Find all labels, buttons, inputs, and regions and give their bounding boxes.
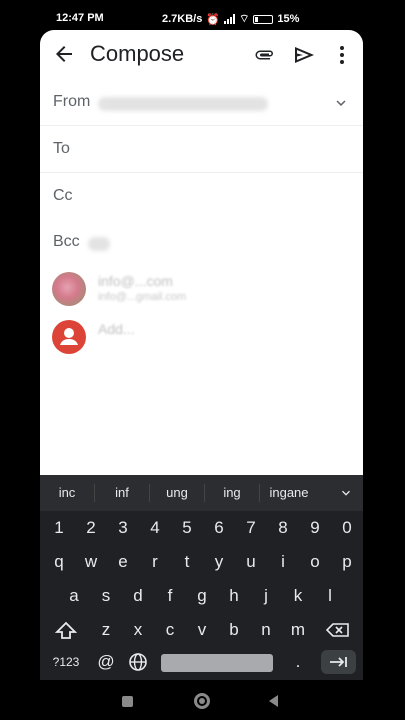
suggestion-chip[interactable]: ung <box>150 484 205 502</box>
from-address-redacted <box>98 97 268 111</box>
key[interactable]: 5 <box>173 513 201 543</box>
system-nav-bar <box>0 680 405 720</box>
key[interactable]: i <box>269 547 297 577</box>
letter-row-3: z x c v b n m <box>40 615 363 645</box>
key[interactable]: 9 <box>301 513 329 543</box>
keyboard-suggestion-bar: inc inf ung ing ingane <box>40 475 363 511</box>
key[interactable]: p <box>333 547 361 577</box>
key[interactable]: 3 <box>109 513 137 543</box>
number-row: 1 2 3 4 5 6 7 8 9 0 <box>40 513 363 543</box>
key[interactable]: e <box>109 547 137 577</box>
back-arrow-icon[interactable] <box>52 42 76 66</box>
contact-suggestion[interactable]: info@...com info@...gmail.com <box>40 265 363 311</box>
suggestion-chip[interactable]: inc <box>40 484 95 502</box>
bcc-field[interactable]: Bcc <box>40 220 363 266</box>
next-arrow-icon <box>330 657 347 667</box>
from-label: From <box>53 93 91 110</box>
home-icon[interactable] <box>194 693 210 709</box>
recents-icon[interactable] <box>122 696 133 707</box>
contact-name: Add... <box>98 321 135 337</box>
to-label: To <box>53 140 70 157</box>
alarm-icon: ⏰ <box>206 13 221 26</box>
signal-icon <box>224 14 236 24</box>
key[interactable]: y <box>205 547 233 577</box>
letter-row-1: q w e r t y u i o p <box>40 547 363 577</box>
key[interactable]: 4 <box>141 513 169 543</box>
key[interactable]: d <box>124 581 152 611</box>
key[interactable]: 1 <box>45 513 73 543</box>
contact-suggestion[interactable]: Add... <box>40 313 363 359</box>
cc-field[interactable]: Cc <box>40 174 363 220</box>
key[interactable]: 2 <box>77 513 105 543</box>
key[interactable]: o <box>301 547 329 577</box>
key[interactable]: x <box>124 615 152 645</box>
wifi-icon: ⌔ <box>239 13 250 25</box>
space-key[interactable] <box>161 654 273 672</box>
suggestion-chip[interactable]: ingane <box>260 484 318 502</box>
bcc-label: Bcc <box>53 233 80 250</box>
key[interactable]: z <box>92 615 120 645</box>
key[interactable]: q <box>45 547 73 577</box>
key[interactable]: v <box>188 615 216 645</box>
key[interactable]: 6 <box>205 513 233 543</box>
globe-icon[interactable] <box>124 647 152 677</box>
key[interactable]: b <box>220 615 248 645</box>
key[interactable]: n <box>252 615 280 645</box>
attach-icon[interactable] <box>253 43 277 67</box>
contact-avatar <box>52 272 86 306</box>
contact-email: info@...gmail.com <box>98 291 187 303</box>
battery-percent: 15% <box>277 13 300 25</box>
cc-label: Cc <box>53 187 73 204</box>
chevron-down-icon[interactable] <box>338 485 354 501</box>
symbols-key[interactable]: ?123 <box>46 647 86 677</box>
contact-name: info@...com <box>98 273 173 289</box>
soft-keyboard: inc inf ung ing ingane 1 2 3 4 5 6 7 8 9… <box>40 475 363 680</box>
key[interactable]: 0 <box>333 513 361 543</box>
network-speed: 2.7KB/s <box>162 13 203 25</box>
key[interactable]: k <box>284 581 312 611</box>
bcc-input-redacted <box>88 237 110 251</box>
key[interactable]: j <box>252 581 280 611</box>
enter-key[interactable] <box>321 650 356 674</box>
send-icon[interactable] <box>292 43 316 67</box>
key[interactable]: t <box>173 547 201 577</box>
person-icon <box>52 320 86 354</box>
at-key[interactable]: @ <box>92 647 120 677</box>
more-vert-icon[interactable] <box>330 43 354 67</box>
key[interactable]: u <box>237 547 265 577</box>
bottom-row: ?123 @ . <box>40 647 363 677</box>
key[interactable]: h <box>220 581 248 611</box>
backspace-icon[interactable] <box>324 615 352 645</box>
key[interactable]: r <box>141 547 169 577</box>
key[interactable]: a <box>60 581 88 611</box>
status-icons: 2.7KB/s ⏰ ⌔ 15% <box>162 12 299 26</box>
shift-icon[interactable] <box>52 615 80 645</box>
key[interactable]: w <box>77 547 105 577</box>
key[interactable]: s <box>92 581 120 611</box>
battery-icon <box>253 14 274 24</box>
page-title: Compose <box>90 41 185 66</box>
letter-row-2: a s d f g h j k l <box>40 581 363 611</box>
key[interactable]: g <box>188 581 216 611</box>
compose-screen: Compose From To Cc Bcc info@...com info@… <box>40 30 363 475</box>
from-field[interactable]: From <box>40 80 363 126</box>
key[interactable]: 8 <box>269 513 297 543</box>
key[interactable]: c <box>156 615 184 645</box>
key[interactable]: m <box>284 615 312 645</box>
status-time: 12:47 PM <box>56 12 104 24</box>
key[interactable]: f <box>156 581 184 611</box>
suggestion-chip[interactable]: ing <box>205 484 260 502</box>
top-app-bar: Compose <box>40 30 363 80</box>
period-key[interactable]: . <box>284 647 312 677</box>
key[interactable]: l <box>316 581 344 611</box>
suggestion-chip[interactable]: inf <box>95 484 150 502</box>
key[interactable]: 7 <box>237 513 265 543</box>
to-field[interactable]: To <box>40 127 363 173</box>
back-icon[interactable] <box>269 695 278 707</box>
chevron-down-icon[interactable] <box>332 94 350 112</box>
